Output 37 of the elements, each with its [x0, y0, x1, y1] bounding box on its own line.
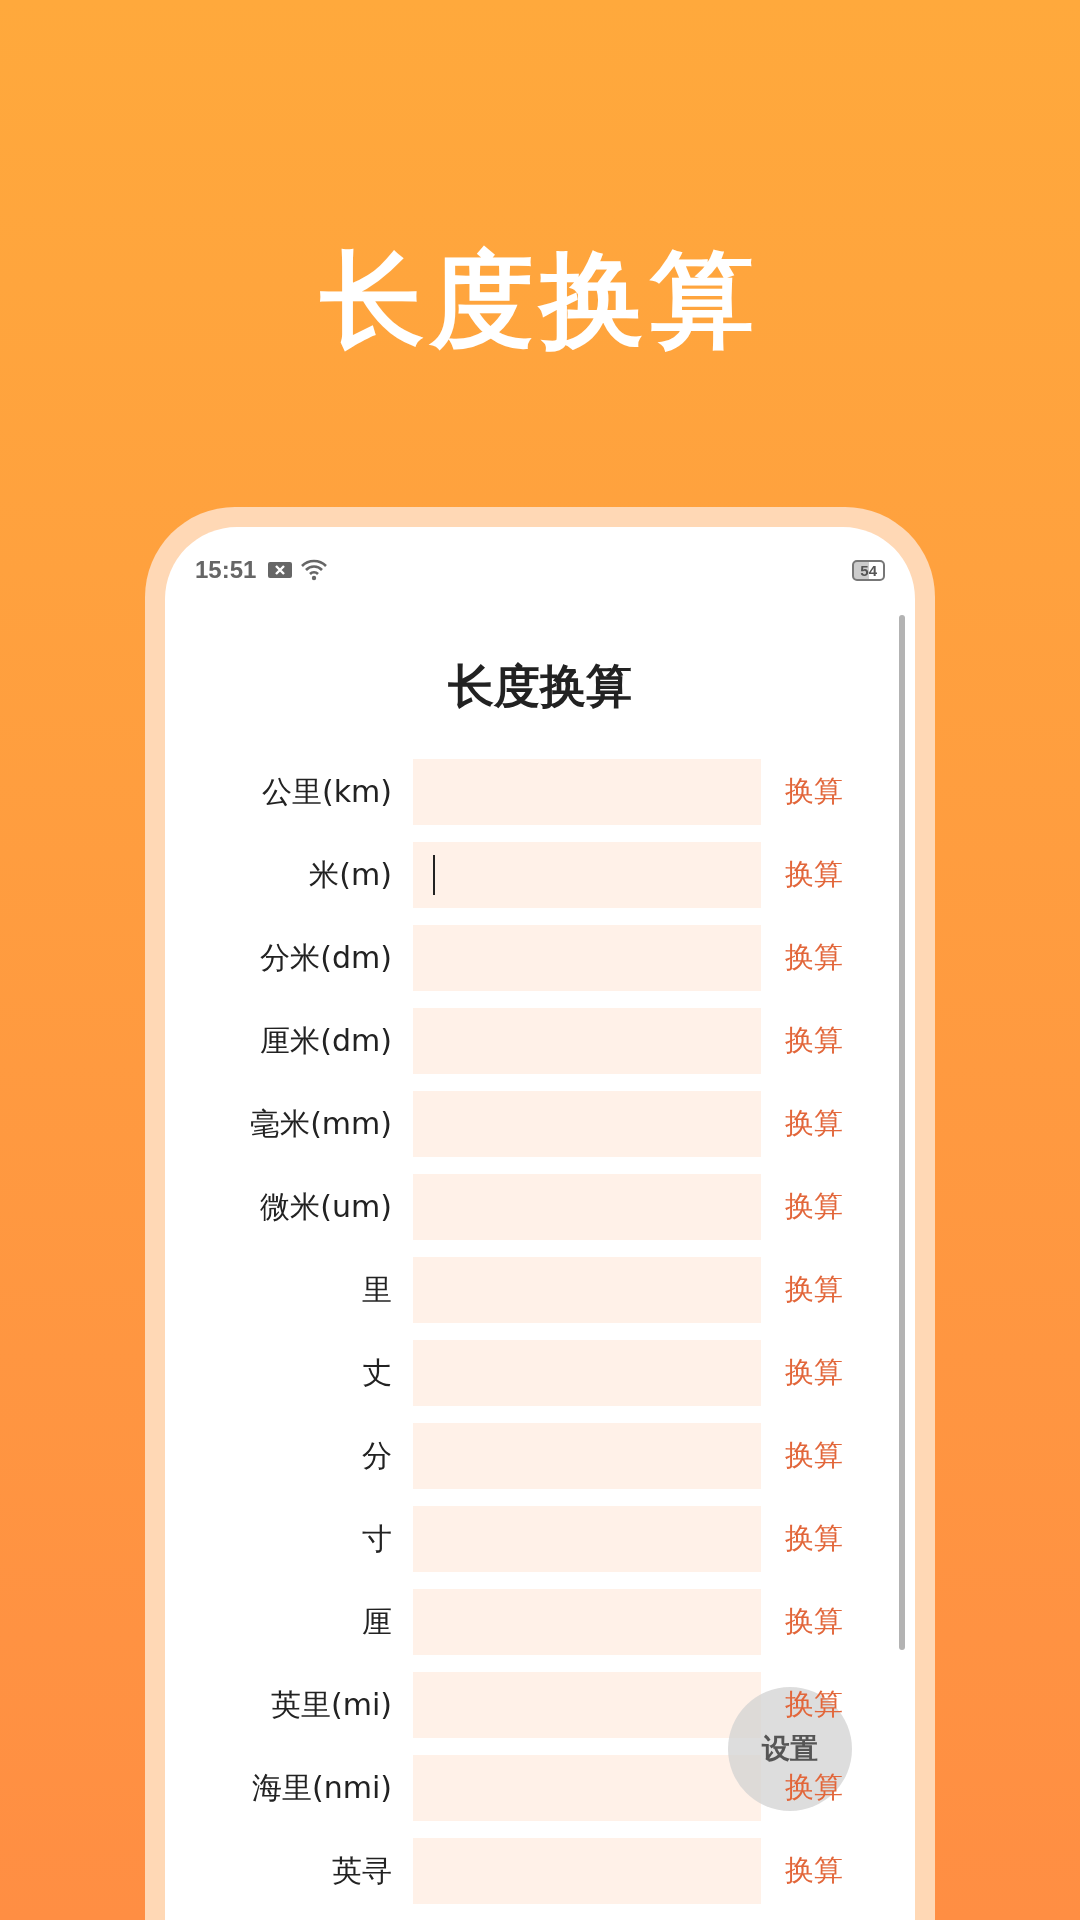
screen-title: 长度换算 [447, 658, 633, 715]
unit-label: 微米(um) [259, 1187, 392, 1226]
unit-label: 寸 [361, 1519, 392, 1558]
convert-button[interactable]: 换算 [785, 1685, 843, 1725]
unit-label: 里 [361, 1270, 392, 1309]
unit-label: 英里(mi) [270, 1685, 392, 1724]
convert-button[interactable]: 换算 [785, 1104, 843, 1144]
convert-button[interactable]: 换算 [785, 855, 843, 895]
input-field[interactable] [413, 1755, 761, 1821]
convert-button[interactable]: 换算 [785, 772, 843, 812]
unit-label: 英寻 [331, 1851, 392, 1890]
convert-button[interactable]: 换算 [785, 1187, 843, 1227]
battery-icon: 54 [852, 559, 885, 581]
convert-button[interactable]: 换算 [785, 1602, 843, 1642]
banner-title: 长度换算 [320, 240, 760, 360]
unit-label: 米(m) [308, 855, 392, 894]
unit-label: 厘 [361, 1602, 392, 1641]
unit-label: 海里(nmi) [251, 1768, 392, 1807]
convert-button[interactable]: 换算 [785, 1353, 843, 1393]
unit-label: 分米(dm) [259, 938, 392, 977]
input-field[interactable] [413, 1672, 761, 1738]
no-sim-icon [268, 561, 293, 579]
convert-button[interactable]: 换算 [785, 1851, 843, 1891]
unit-label: 毫米(mm) [249, 1104, 392, 1143]
convert-button[interactable]: 换算 [785, 1270, 843, 1310]
unit-label: 丈 [361, 1353, 392, 1392]
status-time: 15:51 [195, 556, 257, 584]
unit-label: 厘米(dm) [259, 1021, 392, 1060]
convert-button[interactable]: 换算 [785, 1436, 843, 1476]
convert-button[interactable]: 换算 [785, 1021, 843, 1061]
convert-button[interactable]: 换算 [785, 1768, 843, 1808]
convert-button[interactable]: 换算 [785, 938, 843, 978]
wifi-icon [300, 559, 329, 581]
input-field[interactable] [413, 842, 761, 908]
convert-button[interactable]: 换算 [785, 1519, 843, 1559]
unit-label: 分 [361, 1436, 392, 1475]
unit-label: 公里(km) [261, 772, 392, 811]
